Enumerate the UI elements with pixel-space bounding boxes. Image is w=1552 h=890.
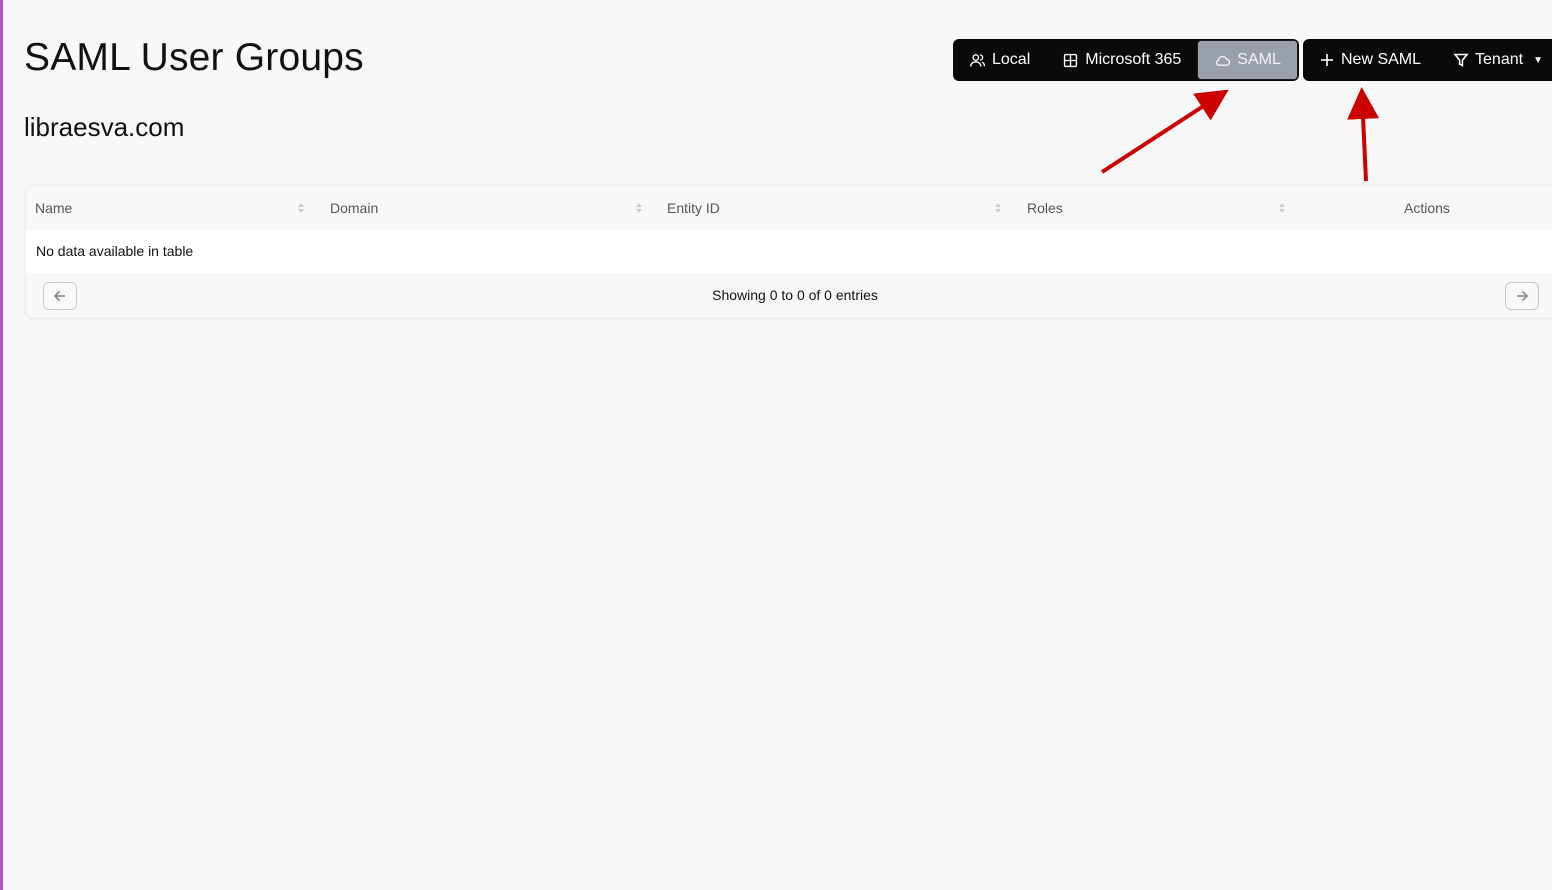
filter-icon — [1453, 53, 1469, 67]
next-page-button[interactable] — [1505, 282, 1539, 310]
arrow-right-icon — [1517, 290, 1529, 302]
left-accent-bar — [0, 0, 3, 890]
toggle-local[interactable]: Local — [953, 39, 1046, 81]
toggle-local-label: Local — [992, 51, 1031, 68]
new-saml-button[interactable]: New SAML — [1303, 39, 1437, 81]
column-header-entity-id[interactable]: Entity ID — [667, 200, 720, 216]
users-icon — [970, 53, 986, 67]
plus-icon — [1321, 54, 1333, 66]
tenant-filter-label: Tenant — [1475, 51, 1524, 68]
empty-message: No data available in table — [36, 243, 194, 259]
page-title: SAML User Groups — [24, 36, 364, 79]
toggle-microsoft-365-label: Microsoft 365 — [1085, 51, 1182, 68]
new-saml-label: New SAML — [1341, 51, 1422, 68]
sort-icon[interactable] — [635, 202, 643, 214]
domain-title: libraesva.com — [24, 112, 185, 142]
action-toolbar: New SAML Tenant ▼ — [1303, 39, 1552, 81]
sort-icon[interactable] — [994, 202, 1002, 214]
toggle-saml-label: SAML — [1237, 51, 1281, 68]
table-info: Showing 0 to 0 of 0 entries — [712, 287, 878, 303]
column-header-roles-label: Roles — [1027, 200, 1063, 216]
column-header-name[interactable]: Name — [35, 200, 72, 216]
sort-icon[interactable] — [1278, 202, 1286, 214]
saml-groups-table: Name Domain Entity ID Roles Actions No d… — [25, 185, 1552, 318]
column-header-domain[interactable]: Domain — [330, 200, 378, 216]
cloud-icon — [1216, 55, 1231, 66]
toggle-microsoft-365[interactable]: Microsoft 365 — [1046, 39, 1197, 81]
column-header-domain-label: Domain — [330, 200, 379, 216]
annotation-arrow-new-saml — [1347, 87, 1380, 182]
table-header: Name Domain Entity ID Roles Actions — [26, 186, 1552, 230]
column-header-name-label: Name — [35, 200, 73, 216]
column-header-entity-id-label: Entity ID — [667, 200, 720, 216]
caret-down-icon: ▼ — [1533, 54, 1543, 66]
annotation-arrows — [1100, 87, 1380, 182]
table-empty-row: No data available in table — [26, 230, 1552, 273]
annotation-arrow-saml — [1100, 89, 1229, 174]
column-header-actions: Actions — [1404, 200, 1450, 216]
tenant-filter-dropdown[interactable]: Tenant ▼ — [1437, 39, 1552, 81]
column-header-roles[interactable]: Roles — [1027, 200, 1063, 216]
column-header-actions-label: Actions — [1404, 200, 1450, 216]
source-toggle-group: Local Microsoft 365 SAML — [953, 39, 1299, 81]
toggle-saml[interactable]: SAML — [1197, 40, 1298, 80]
windows-icon — [1064, 53, 1078, 67]
sort-icon[interactable] — [297, 202, 305, 214]
